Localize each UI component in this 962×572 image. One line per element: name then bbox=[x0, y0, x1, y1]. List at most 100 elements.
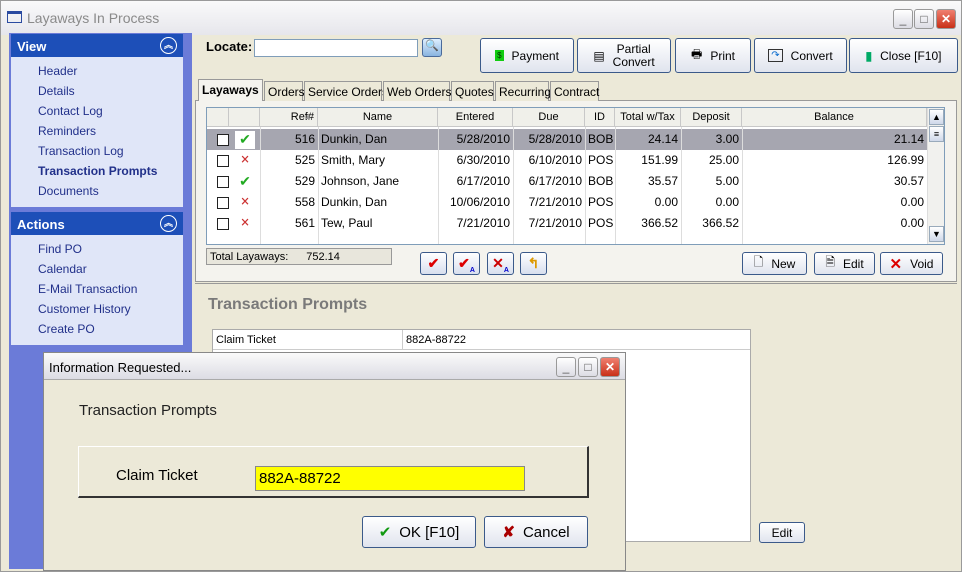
collapse-icon[interactable]: ︽ bbox=[160, 215, 177, 232]
maximize-button[interactable]: □ bbox=[914, 9, 934, 29]
cell-entered: 6/30/2010 bbox=[456, 153, 510, 167]
prompts-title: Transaction Prompts bbox=[208, 296, 368, 313]
close-button[interactable]: ▮ Close [F10] bbox=[849, 38, 958, 73]
action-item-find-po[interactable]: Find PO bbox=[38, 239, 183, 259]
column-header-deposit[interactable]: Deposit bbox=[681, 108, 742, 127]
vertical-scrollbar[interactable]: ▲ ≡ ▼ bbox=[927, 108, 944, 244]
table-row[interactable]: ✔ 516 Dunkin, Dan 5/28/2010 5/28/2010 BOB 24.1… bbox=[207, 129, 927, 150]
tab-web-orders[interactable]: Web Orders bbox=[383, 81, 451, 101]
actions-panel-header[interactable]: Actions ︽ bbox=[11, 212, 183, 235]
sidebar-item-transaction-prompts[interactable]: Transaction Prompts bbox=[38, 161, 183, 181]
cell-name: Smith, Mary bbox=[321, 153, 386, 167]
claim-ticket-input[interactable] bbox=[255, 466, 525, 491]
table-row[interactable]: ✔ 529 Johnson, Jane 6/17/2010 6/17/2010 BOB 35… bbox=[207, 171, 927, 192]
tab-quotes[interactable]: Quotes bbox=[451, 81, 494, 101]
document-icon: ▤ bbox=[593, 48, 605, 63]
cell-total: 24.14 bbox=[647, 132, 678, 146]
column-header-name[interactable]: Name bbox=[318, 108, 438, 127]
action-item-create-po[interactable]: Create PO bbox=[38, 319, 183, 339]
cell-name: Johnson, Jane bbox=[321, 174, 400, 188]
print-button[interactable]: 🖶 Print bbox=[675, 38, 751, 73]
partial-convert-button[interactable]: ▤ Partial Convert bbox=[577, 38, 671, 73]
cell-deposit: 0.00 bbox=[715, 195, 739, 209]
cell-ref: 529 bbox=[294, 174, 315, 188]
new-button[interactable]: 🗋 New bbox=[742, 252, 807, 275]
column-header-entered[interactable]: Entered bbox=[438, 108, 513, 127]
row-checkbox[interactable] bbox=[217, 218, 229, 230]
convert-button[interactable]: ↷ Convert bbox=[754, 38, 847, 73]
column-header-total[interactable]: Total w/Tax bbox=[615, 108, 681, 127]
cell-balance: 0.00 bbox=[900, 216, 924, 230]
column-divider bbox=[438, 127, 439, 244]
window-icon bbox=[7, 11, 22, 23]
cell-ref: 561 bbox=[294, 216, 315, 230]
cell-balance: 126.99 bbox=[887, 153, 924, 167]
scroll-down-icon[interactable]: ▼ bbox=[929, 226, 944, 242]
row-checkbox[interactable] bbox=[217, 197, 229, 209]
cell-name: Dunkin, Dan bbox=[321, 132, 388, 146]
sidebar-item-transaction-log[interactable]: Transaction Log bbox=[38, 141, 183, 161]
cell-id: BOB bbox=[588, 174, 614, 188]
edit-button[interactable]: 🗎 Edit bbox=[814, 252, 875, 275]
uncheck-all-icon[interactable]: ✕A bbox=[487, 252, 514, 275]
close-window-button[interactable]: ✕ bbox=[936, 9, 956, 29]
row-checkbox[interactable] bbox=[217, 155, 229, 167]
dialog-maximize-button[interactable]: □ bbox=[578, 357, 598, 377]
sidebar-item-details[interactable]: Details bbox=[38, 81, 183, 101]
tab-service-orders[interactable]: Service Orders bbox=[304, 81, 388, 101]
dialog-minimize-button[interactable]: _ bbox=[556, 357, 576, 377]
printer-icon: 🖶 bbox=[690, 47, 703, 61]
search-icon[interactable]: 🔍 bbox=[422, 38, 442, 57]
dialog-close-button[interactable]: ✕ bbox=[600, 357, 620, 377]
actions-title: Actions bbox=[17, 217, 65, 232]
table-row[interactable]: 🗙 525 Smith, Mary 6/30/2010 6/10/2010 POS 151.… bbox=[207, 150, 927, 171]
refresh-arrow-icon[interactable]: ↰ bbox=[520, 252, 547, 275]
sidebar-item-header[interactable]: Header bbox=[38, 61, 183, 81]
column-header-id[interactable]: ID bbox=[585, 108, 615, 127]
cell-entered: 6/17/2010 bbox=[456, 174, 510, 188]
ok-check-icon: ✔ bbox=[378, 524, 392, 541]
cell-deposit: 3.00 bbox=[715, 132, 739, 146]
sidebar-item-documents[interactable]: Documents bbox=[38, 181, 183, 201]
prompt-row[interactable]: Claim Ticket 882A-88722 bbox=[213, 330, 750, 350]
check-icon[interactable]: ✔ bbox=[420, 252, 447, 275]
prompt-edit-button[interactable]: Edit bbox=[759, 522, 805, 543]
tab-orders[interactable]: Orders bbox=[264, 81, 305, 101]
column-header-balance[interactable]: Balance bbox=[742, 108, 927, 127]
sidebar-item-contact-log[interactable]: Contact Log bbox=[38, 101, 183, 121]
cell-total: 366.52 bbox=[641, 216, 678, 230]
partial-convert-line2: Convert bbox=[612, 54, 655, 69]
collapse-icon[interactable]: ︽ bbox=[160, 37, 177, 54]
cell-balance: 30.57 bbox=[893, 174, 924, 188]
cell-total: 0.00 bbox=[654, 195, 678, 209]
ok-button[interactable]: ✔ OK [F10] bbox=[362, 516, 476, 548]
scroll-thumb[interactable]: ≡ bbox=[929, 126, 944, 142]
cancel-button[interactable]: ✘ Cancel bbox=[484, 516, 588, 548]
table-row[interactable]: 🗙 561 Tew, Paul 7/21/2010 7/21/2010 POS 366.52… bbox=[207, 213, 927, 234]
print-label: Print bbox=[710, 48, 735, 63]
action-item-customer-history[interactable]: Customer History bbox=[38, 299, 183, 319]
void-button[interactable]: ✕ Void bbox=[880, 252, 943, 275]
locate-input[interactable] bbox=[254, 39, 418, 57]
column-divider bbox=[742, 127, 743, 244]
table-row[interactable]: 🗙 558 Dunkin, Dan 10/06/2010 7/21/2010 POS 0.0… bbox=[207, 192, 927, 213]
view-panel-header[interactable]: View ︽ bbox=[11, 34, 183, 57]
scroll-up-icon[interactable]: ▲ bbox=[929, 109, 944, 125]
claim-ticket-group: Claim Ticket bbox=[78, 446, 589, 498]
row-checkbox[interactable] bbox=[217, 134, 229, 146]
minimize-button[interactable]: _ bbox=[893, 9, 913, 29]
cell-due: 5/28/2010 bbox=[528, 132, 582, 146]
column-divider bbox=[681, 127, 682, 244]
tab-layaways[interactable]: Layaways bbox=[198, 79, 263, 101]
check-all-icon[interactable]: ✔A bbox=[453, 252, 480, 275]
sidebar-item-reminders[interactable]: Reminders bbox=[38, 121, 183, 141]
payment-button[interactable]: $ Payment bbox=[480, 38, 574, 73]
row-checkbox[interactable] bbox=[217, 176, 229, 188]
tab-recurring[interactable]: Recurring bbox=[495, 81, 551, 101]
action-item-calendar[interactable]: Calendar bbox=[38, 259, 183, 279]
claim-ticket-label: Claim Ticket bbox=[116, 467, 198, 484]
action-item-e-mail-transaction[interactable]: E-Mail Transaction bbox=[38, 279, 183, 299]
column-header-due[interactable]: Due bbox=[513, 108, 585, 127]
cell-total: 151.99 bbox=[641, 153, 678, 167]
tab-contract[interactable]: Contract bbox=[550, 81, 599, 101]
